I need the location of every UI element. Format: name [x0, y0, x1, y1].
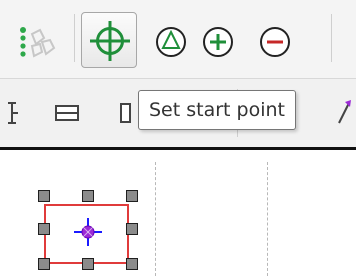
plus-circle-icon: [203, 27, 233, 57]
drawing-canvas[interactable]: [0, 150, 356, 276]
crosshair-icon: [90, 21, 130, 61]
arrow-icon: [338, 100, 351, 124]
remove-point-button[interactable]: [257, 24, 293, 60]
arrow-button[interactable]: [333, 97, 355, 127]
toolbar-main: [0, 0, 356, 78]
app-window: Set start point: [0, 0, 356, 276]
triangle-circle-icon: [156, 27, 186, 57]
rectangle-button[interactable]: [52, 99, 82, 127]
resize-handle-left[interactable]: [38, 223, 50, 235]
align-button[interactable]: [2, 99, 26, 127]
tooltip-set-start-point: Set start point: [138, 90, 296, 130]
start-point-marker-icon[interactable]: [68, 212, 108, 252]
align-icon: [8, 102, 18, 124]
resize-handle-top[interactable]: [82, 190, 94, 202]
resize-handle-bottom-left[interactable]: [38, 258, 50, 270]
resize-handle-bottom-right[interactable]: [126, 258, 138, 270]
resize-handle-top-left[interactable]: [38, 190, 50, 202]
pose-steps-icon: [20, 27, 56, 58]
toolbar-separator: [331, 14, 332, 62]
resize-handle-top-right[interactable]: [126, 190, 138, 202]
grid-line: [155, 162, 156, 276]
resize-handle-right[interactable]: [126, 223, 138, 235]
triangle-circle-button[interactable]: [153, 24, 189, 60]
resize-handle-bottom[interactable]: [82, 258, 94, 270]
add-point-button[interactable]: [200, 24, 236, 60]
pose-steps-button[interactable]: [10, 16, 68, 68]
grid-line: [267, 162, 268, 276]
rectangle-icon: [55, 105, 79, 121]
minus-circle-icon: [260, 27, 290, 57]
set-start-point-button[interactable]: [81, 12, 137, 68]
toolbar-separator: [74, 14, 75, 62]
bracket-button[interactable]: [118, 99, 136, 127]
bracket-icon: [120, 103, 131, 123]
